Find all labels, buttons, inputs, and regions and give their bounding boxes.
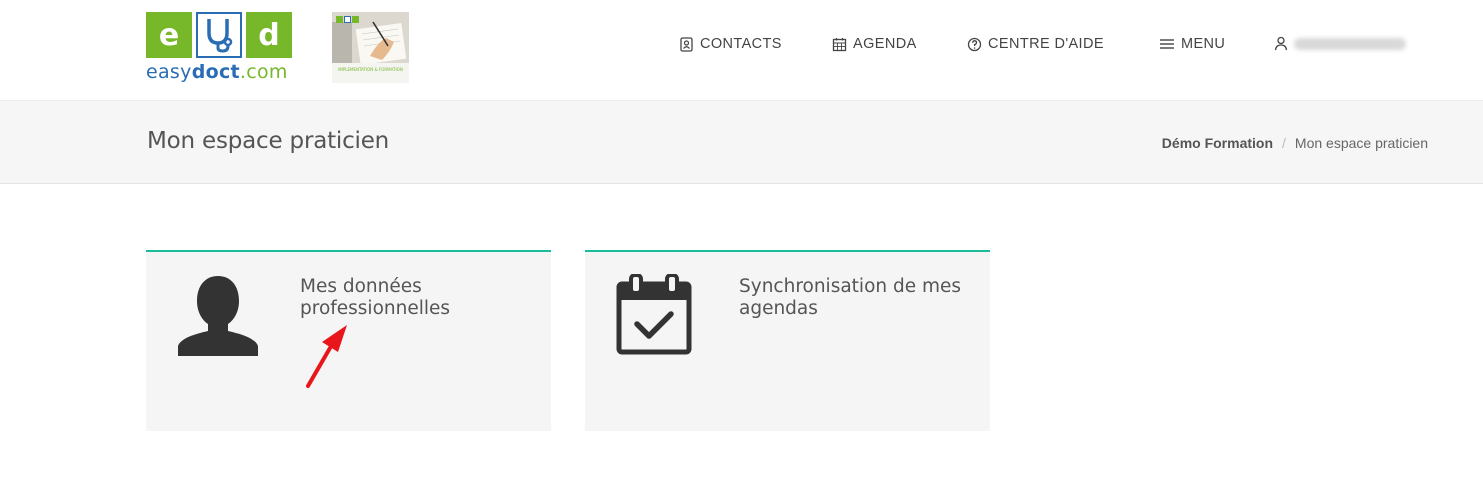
- page-title: Mon espace praticien: [147, 128, 390, 154]
- breadcrumb-link-demo-formation[interactable]: Démo Formation: [1162, 135, 1273, 151]
- nav-agenda[interactable]: AGENDA: [832, 36, 917, 52]
- thumbnail-caption: IMPLEMENTATION & FORMATION: [332, 63, 409, 83]
- calendar-grid-icon: [832, 37, 847, 51]
- question-circle-icon: [967, 37, 982, 51]
- nav-menu-label: MENU: [1181, 36, 1226, 52]
- page-title-bar: Mon espace praticien Démo Formation / Mon …: [0, 100, 1483, 184]
- thumbnail-mini-logo: [336, 16, 359, 23]
- breadcrumb: Démo Formation / Mon espace praticien: [1162, 135, 1428, 151]
- nav-help-center[interactable]: CENTRE D'AIDE: [967, 36, 1104, 52]
- card-calendar-sync[interactable]: Synchronisation de mes agendas: [585, 250, 990, 431]
- nav-menu[interactable]: MENU: [1159, 36, 1225, 52]
- logo-text-doct: doct: [191, 61, 240, 83]
- site-header: e d easydoct.com IMPLEMENTATION & FORMAT…: [0, 0, 1483, 100]
- logo-wordmark: easydoct.com: [146, 62, 293, 82]
- logo-text-com: .com: [239, 61, 288, 83]
- main-nav: CONTACTS AGENDA CENTRE D'AIDE MENU: [0, 36, 1483, 56]
- nav-agenda-label: AGENDA: [853, 36, 917, 52]
- nav-contacts[interactable]: CONTACTS: [679, 36, 782, 52]
- user-silhouette-icon: [178, 276, 258, 356]
- red-arrow-annotation-icon: [306, 325, 347, 388]
- nav-contacts-label: CONTACTS: [700, 36, 782, 52]
- nav-help-label: CENTRE D'AIDE: [988, 36, 1104, 52]
- breadcrumb-separator: /: [1282, 135, 1286, 151]
- address-book-icon: [680, 36, 693, 52]
- breadcrumb-current: Mon espace praticien: [1294, 135, 1428, 151]
- calendar-check-icon: [616, 274, 692, 355]
- nav-user-account[interactable]: [1274, 36, 1406, 51]
- user-icon: [1274, 36, 1288, 51]
- user-name-redacted: [1294, 37, 1406, 50]
- logo-text-easy: easy: [146, 61, 192, 83]
- hamburger-icon: [1160, 39, 1174, 49]
- card-calendar-sync-title: Synchronisation de mes agendas: [739, 276, 962, 319]
- card-professional-data-title: Mes données professionnelles: [300, 276, 451, 319]
